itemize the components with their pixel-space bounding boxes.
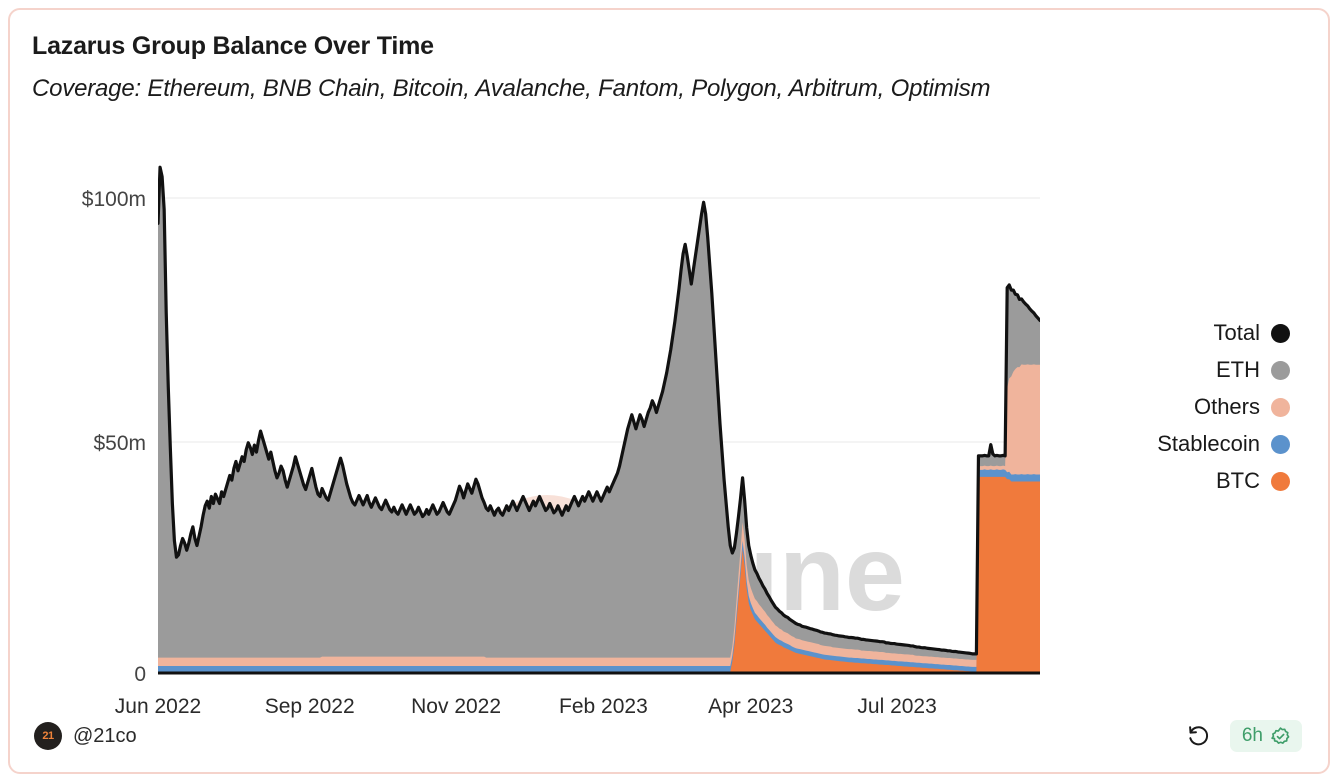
chart-gridlines <box>158 197 1040 443</box>
x-axis-labels: Jun 2022 Sep 2022 Nov 2022 Feb 2023 Apr 2023… <box>115 695 937 718</box>
x-tick-apr-2023: Apr 2023 <box>708 695 793 718</box>
x-tick-nov-2022: Nov 2022 <box>411 695 501 718</box>
legend-color-dot <box>1271 397 1290 417</box>
legend-label: BTC <box>1216 468 1260 493</box>
author-block[interactable]: 21 @21co <box>34 722 137 750</box>
legend-item-eth[interactable]: ETH <box>1090 357 1290 383</box>
legend-color-dot <box>1271 360 1290 380</box>
legend-label: Stablecoin <box>1157 431 1260 456</box>
freshness-badge[interactable]: 6h <box>1229 720 1302 752</box>
legend-color-dot <box>1271 471 1290 491</box>
x-tick-sep-2022: Sep 2022 <box>265 695 355 718</box>
verified-rosette-icon <box>1270 726 1291 747</box>
legend-item-btc[interactable]: BTC <box>1090 468 1290 494</box>
chart-card: Lazarus Group Balance Over Time Coverage… <box>8 8 1330 774</box>
series-area-eth <box>158 167 1040 673</box>
legend-item-others[interactable]: Others <box>1090 394 1290 420</box>
author-handle[interactable]: @21co <box>73 725 137 748</box>
legend-color-dot <box>1271 323 1290 343</box>
legend-color-dot <box>1271 434 1290 454</box>
stacked-area-chart: Dune $100m $50m 0 Jun 2022 Sep 2022 Nov 20… <box>82 165 1040 718</box>
y-tick-100m: $100m <box>82 188 146 211</box>
chart-legend[interactable]: Total ETH Others Stablecoin BTC <box>1090 320 1290 494</box>
freshness-label: 6h <box>1241 725 1263 746</box>
page-title: Lazarus Group Balance Over Time <box>32 32 434 60</box>
y-tick-0: 0 <box>134 663 146 686</box>
chart-plot-area[interactable]: Dune $100m $50m 0 Jun 2022 Sep 2022 Nov 20… <box>10 130 1120 720</box>
y-axis-labels: $100m $50m 0 <box>82 188 146 686</box>
legend-label: Others <box>1193 394 1260 419</box>
refresh-icon[interactable] <box>1186 722 1214 750</box>
chart-subtitle: Coverage: Ethereum, BNB Chain, Bitcoin, … <box>32 75 991 102</box>
legend-label: Total <box>1213 320 1260 345</box>
card-footer: 21 @21co 6h <box>10 718 1328 758</box>
chart-series-areas <box>158 167 1040 673</box>
legend-label: ETH <box>1216 357 1260 382</box>
avatar: 21 <box>34 722 62 750</box>
y-tick-50m: $50m <box>93 432 146 455</box>
x-tick-feb-2023: Feb 2023 <box>559 695 648 718</box>
x-tick-jul-2023: Jul 2023 <box>857 695 936 718</box>
footer-actions: 6h <box>1186 720 1302 752</box>
legend-item-stablecoin[interactable]: Stablecoin <box>1090 431 1290 457</box>
legend-item-total[interactable]: Total <box>1090 320 1290 346</box>
x-tick-jun-2022: Jun 2022 <box>115 695 201 718</box>
